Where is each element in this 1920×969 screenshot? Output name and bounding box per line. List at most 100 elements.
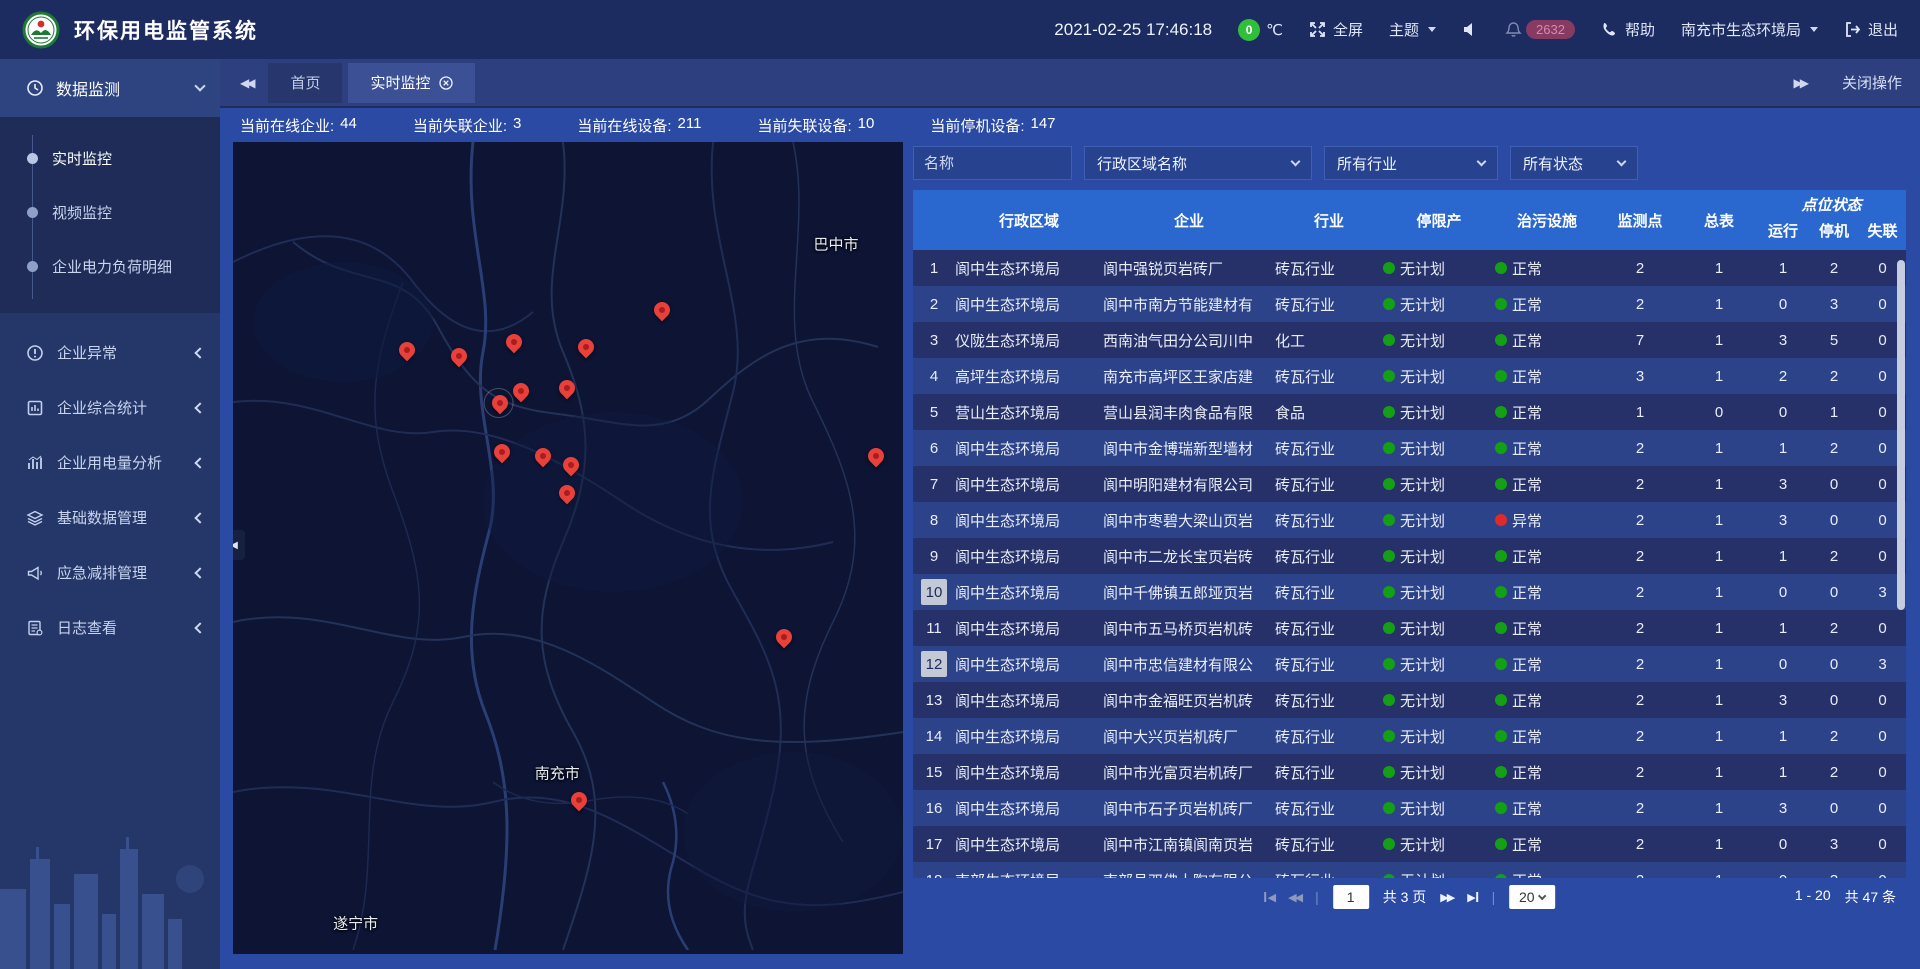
close-icon[interactable] [439,76,453,90]
table-row[interactable]: 15阆中生态环境局阆中市光富页岩机砖厂砖瓦行业无计划正常21120 [913,754,1906,790]
running-cell: 3 [1757,800,1809,817]
last-page-button[interactable]: ▶ [1467,891,1477,904]
sidebar-item-power-load-detail[interactable]: 企业电力负荷明细 [0,239,220,293]
sidebar-item-company-abnormal[interactable]: 企业异常 [0,325,220,380]
volume-icon[interactable] [1462,21,1479,38]
points-cell: 2 [1599,440,1681,457]
help-button[interactable]: 帮助 [1601,19,1655,40]
running-cell: 0 [1757,836,1809,853]
status-select[interactable]: 所有状态 [1510,146,1638,180]
page-size-select[interactable]: 20 [1509,885,1555,909]
meters-cell: 1 [1681,440,1757,457]
prev-page-button[interactable]: ◀◀ [1288,891,1301,904]
region-cell: 阆中生态环境局 [955,762,1103,783]
offline-cell: 0 [1859,764,1906,781]
chevron-left-icon [194,402,205,413]
map-panel[interactable]: ◀ 巴中市南充市遂宁市 [233,142,903,954]
sidebar-item-label: 企业用电量分析 [57,452,162,473]
region-cell: 阆中生态环境局 [955,726,1103,747]
tab-realtime-monitor[interactable]: 实时监控 [348,63,474,103]
sidebar-item-video-monitor[interactable]: 视频监控 [0,185,220,239]
fullscreen-button[interactable]: 全屏 [1309,19,1363,40]
running-cell: 1 [1757,728,1809,745]
meters-cell: 1 [1681,296,1757,313]
theme-dropdown[interactable]: 主题 [1389,19,1436,40]
table-row[interactable]: 4高坪生态环境局南充市高坪区王家店建砖瓦行业无计划正常31220 [913,358,1906,394]
table-row[interactable]: 9阆中生态环境局阆中市二龙长宝页岩砖砖瓦行业无计划正常21120 [913,538,1906,574]
name-search-input[interactable] [913,146,1072,180]
enterprise-table: 行政区域 企业 行业 停限产 治污设施 监测点 总表 点位状态 运行 停机 失联 [913,190,1906,878]
map-pin[interactable] [489,391,512,414]
company-cell: 营山县润丰肉食品有限 [1103,402,1275,423]
industry-select[interactable]: 所有行业 [1324,146,1498,180]
table-row[interactable]: 14阆中生态环境局阆中大兴页岩机砖厂砖瓦行业无计划正常21120 [913,718,1906,754]
status-dot [1495,550,1507,562]
col-stopped: 停机 [1809,216,1859,250]
first-page-button[interactable]: ◀ [1264,891,1274,904]
facility-cell: 正常 [1495,546,1599,567]
notifications-button[interactable]: 2632 [1505,20,1575,39]
sidebar-item-base-data[interactable]: 基础数据管理 [0,490,220,545]
status-dot [1383,838,1395,850]
table-row[interactable]: 5营山生态环境局营山县润丰肉食品有限食品无计划正常10010 [913,394,1906,430]
table-row[interactable]: 13阆中生态环境局阆中市金福旺页岩机砖砖瓦行业无计划正常21300 [913,682,1906,718]
page-input[interactable] [1333,885,1369,909]
user-dropdown[interactable]: 南充市生态环境局 [1681,19,1818,40]
region-select[interactable]: 行政区域名称 [1084,146,1312,180]
table-row[interactable]: 18南部生态环境局南部县双佛土陶有限公砖瓦行业无计划正常21030 [913,862,1906,878]
map-city-label: 遂宁市 [333,913,378,934]
industry-cell: 砖瓦行业 [1275,258,1383,279]
table-row[interactable]: 3仪陇生态环境局西南油气田分公司川中化工无计划正常71350 [913,322,1906,358]
sidebar-item-label: 企业异常 [57,342,117,363]
close-operations-button[interactable]: 关闭操作 [1842,72,1902,93]
sidebar-item-company-statistics[interactable]: 企业综合统计 [0,380,220,435]
facility-cell: 正常 [1495,654,1599,675]
region-cell: 阆中生态环境局 [955,654,1103,675]
region-select-value: 行政区域名称 [1097,153,1187,174]
table-row[interactable]: 8阆中生态环境局阆中市枣碧大梁山页岩砖瓦行业无计划异常21300 [913,502,1906,538]
map-collapse-handle[interactable]: ◀ [233,530,245,560]
sidebar-item-realtime-monitor[interactable]: 实时监控 [0,131,220,185]
company-cell: 西南油气田分公司川中 [1103,330,1275,351]
table-row[interactable]: 12阆中生态环境局阆中市忠信建材有限公砖瓦行业无计划正常21003 [913,646,1906,682]
table-row[interactable]: 2阆中生态环境局阆中市南方节能建材有砖瓦行业无计划正常21030 [913,286,1906,322]
industry-select-value: 所有行业 [1337,153,1397,174]
status-dot [1495,406,1507,418]
offline-cell: 0 [1859,620,1906,637]
stopped-cell: 0 [1809,584,1859,601]
facility-cell: 正常 [1495,402,1599,423]
company-cell: 南部县双佛土陶有限公 [1103,870,1275,879]
tabs-scroll-right-button[interactable]: ▶▶ [1784,76,1816,90]
meters-cell: 1 [1681,692,1757,709]
meters-cell: 1 [1681,368,1757,385]
stopped-cell: 1 [1809,404,1859,421]
facility-cell: 正常 [1495,798,1599,819]
table-row[interactable]: 6阆中生态环境局阆中市金博瑞新型墙材砖瓦行业无计划正常21120 [913,430,1906,466]
sidebar-item-log-view[interactable]: 日志查看 [0,600,220,655]
table-row[interactable]: 16阆中生态环境局阆中市石子页岩机砖厂砖瓦行业无计划正常21300 [913,790,1906,826]
sidebar-item-emergency-reduction[interactable]: 应急减排管理 [0,545,220,600]
next-page-button[interactable]: ▶▶ [1440,891,1453,904]
table-row[interactable]: 10阆中生态环境局阆中千佛镇五郎垭页岩砖瓦行业无计划正常21003 [913,574,1906,610]
stopped-cell: 2 [1809,728,1859,745]
offline-cell: 0 [1859,800,1906,817]
row-index-cell: 12 [913,651,955,677]
industry-cell: 砖瓦行业 [1275,294,1383,315]
table-row[interactable]: 11阆中生态环境局阆中市五马桥页岩机砖砖瓦行业无计划正常21120 [913,610,1906,646]
status-dot [1495,370,1507,382]
tabs-scroll-left-button[interactable]: ◀◀ [230,76,262,90]
logout-button[interactable]: 退出 [1844,19,1898,40]
tab-home[interactable]: 首页 [268,63,342,103]
table-row[interactable]: 1阆中生态环境局阆中强锐页岩砖厂砖瓦行业无计划正常21120 [913,250,1906,286]
sidebar-item-data-monitor[interactable]: 数据监测 [0,59,220,117]
statistics-icon [26,399,44,417]
sidebar-item-power-analysis[interactable]: 企业用电量分析 [0,435,220,490]
stop-plan-cell: 无计划 [1383,438,1495,459]
bullet-icon [27,207,38,218]
company-cell: 阆中市二龙长宝页岩砖 [1103,546,1275,567]
table-scrollbar[interactable] [1897,260,1905,610]
table-row[interactable]: 7阆中生态环境局阆中明阳建材有限公司砖瓦行业无计划正常21300 [913,466,1906,502]
table-row[interactable]: 17阆中生态环境局阆中市江南镇阆南页岩砖瓦行业无计划正常21030 [913,826,1906,862]
status-dot [1495,262,1507,274]
alert-circle-icon [26,344,44,362]
